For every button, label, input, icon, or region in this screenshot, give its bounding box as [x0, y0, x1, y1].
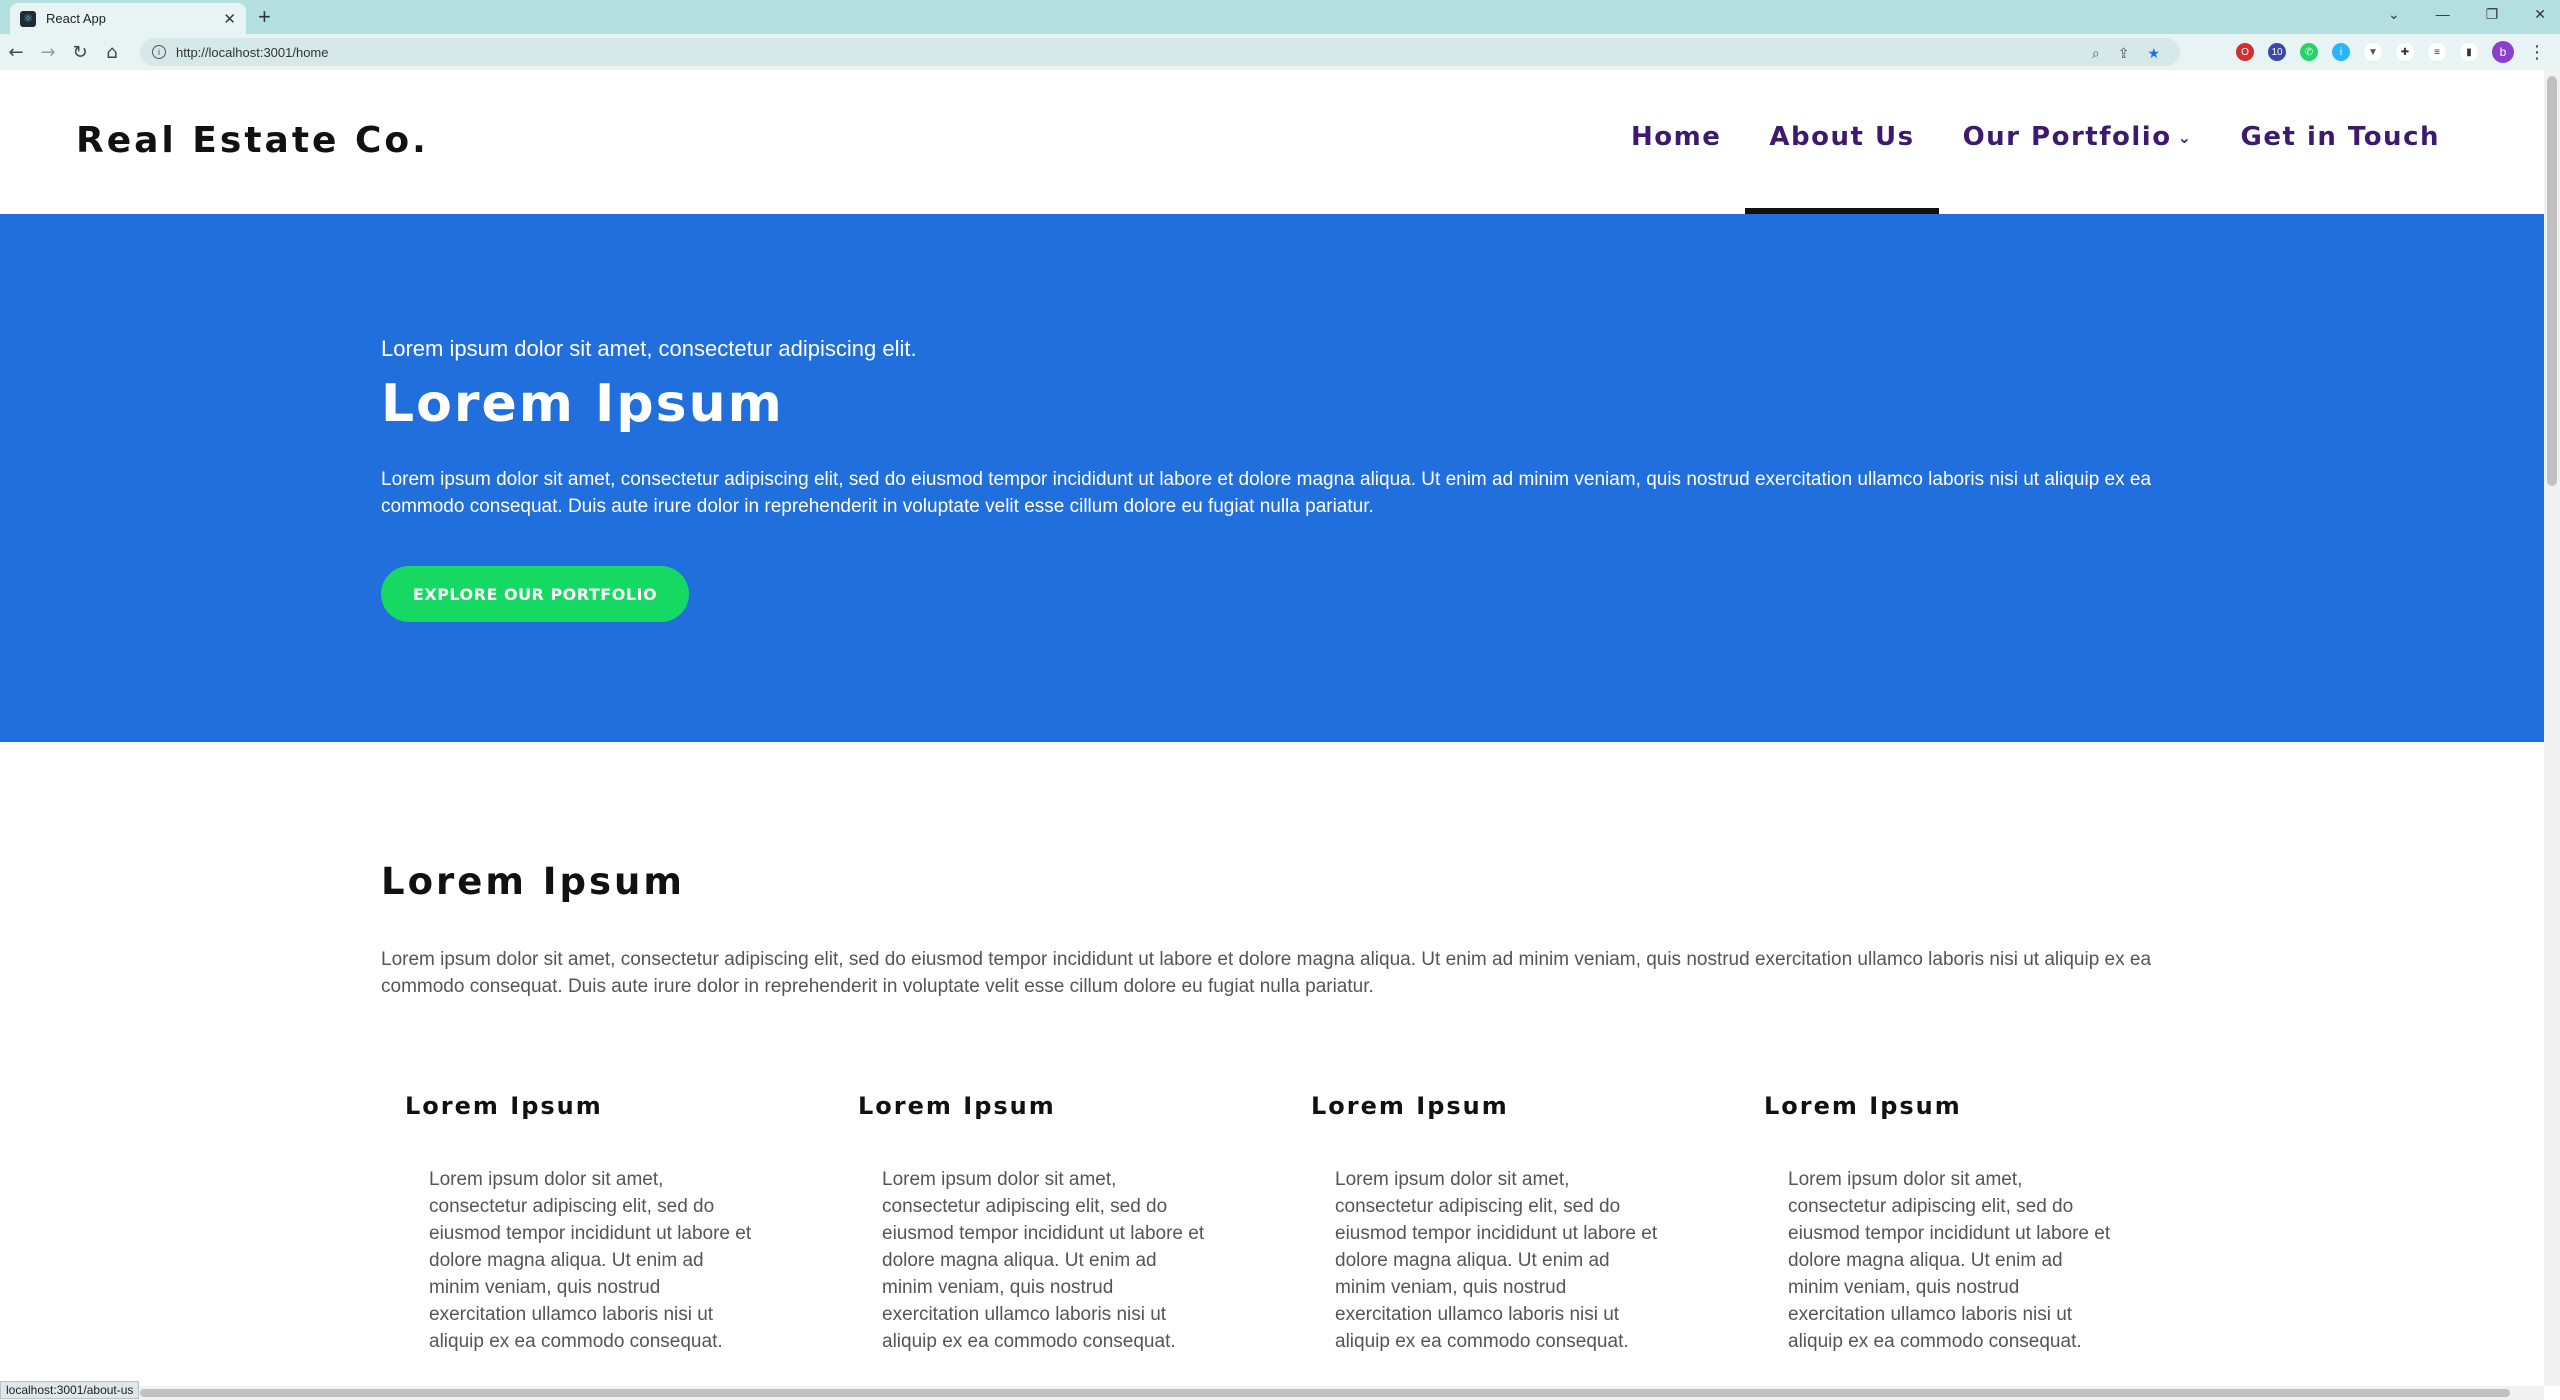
share-icon[interactable]: ⇪ — [2118, 46, 2130, 62]
tab-title: React App — [46, 11, 106, 26]
feature-title: Lorem Ipsum — [1764, 1092, 1962, 1120]
feature-column: Lorem Ipsum Lorem ipsum dolor sit amet, … — [405, 1092, 858, 1355]
feature-body: Lorem ipsum dolor sit amet, consectetur … — [882, 1169, 1205, 1352]
profile-avatar[interactable]: b — [2492, 41, 2514, 63]
home-icon[interactable]: ⌂ — [96, 42, 128, 63]
site-logo[interactable]: Real Estate Co. — [76, 120, 429, 161]
new-tab-button[interactable]: + — [258, 4, 271, 30]
feature-column: Lorem Ipsum Lorem ipsum dolor sit amet, … — [1764, 1092, 2217, 1355]
feature-columns: Lorem Ipsum Lorem ipsum dolor sit amet, … — [405, 1092, 2217, 1355]
section-title: Lorem Ipsum — [381, 860, 685, 903]
back-arrow-icon[interactable]: ← — [0, 42, 32, 63]
close-window-button[interactable]: ✕ — [2534, 6, 2546, 23]
address-bar[interactable]: i http://localhost:3001/home ⌕ ⇪ ★ — [140, 38, 2180, 66]
feature-column: Lorem Ipsum Lorem ipsum dolor sit amet, … — [1311, 1092, 1764, 1355]
page-viewport: Real Estate Co. Home About Us Our Portfo… — [0, 70, 2544, 1386]
nav-home[interactable]: Home — [1607, 70, 1745, 214]
nav-get-in-touch[interactable]: Get in Touch — [2216, 70, 2464, 214]
whatsapp-extension-icon[interactable]: ✆ — [2300, 43, 2318, 61]
hero-kicker: Lorem ipsum dolor sit amet, consectetur … — [381, 336, 917, 361]
info-extension-icon[interactable]: i — [2332, 43, 2350, 61]
status-bar-link-preview: localhost:3001/about-us — [0, 1381, 140, 1399]
reading-list-icon[interactable]: ≡ — [2428, 43, 2446, 61]
site-header: Real Estate Co. Home About Us Our Portfo… — [0, 70, 2544, 214]
react-favicon-icon: ⚛ — [20, 10, 36, 27]
feature-title: Lorem Ipsum — [405, 1092, 603, 1120]
main-nav: Home About Us Our Portfolio ⌄ Get in Touc… — [1607, 70, 2464, 214]
browser-toolbar: ← → ↻ ⌂ i http://localhost:3001/home ⌕ ⇪… — [0, 34, 2560, 70]
feature-title: Lorem Ipsum — [1311, 1092, 1509, 1120]
feature-body: Lorem ipsum dolor sit amet, consectetur … — [1788, 1169, 2111, 1352]
feature-title: Lorem Ipsum — [858, 1092, 1056, 1120]
tab-close-icon[interactable]: ✕ — [223, 10, 236, 28]
scrollbar-thumb[interactable] — [2547, 76, 2557, 486]
browser-tab[interactable]: ⚛ React App ✕ — [10, 3, 246, 34]
hero-body: Lorem ipsum dolor sit amet, consectetur … — [381, 469, 2152, 517]
extension-badge-icon[interactable]: 10 — [2268, 43, 2286, 61]
restore-button[interactable]: ❐ — [2486, 6, 2499, 23]
hero-title: Lorem Ipsum — [381, 374, 784, 434]
reload-icon[interactable]: ↻ — [64, 42, 96, 63]
window-controls: ⌄ — ❐ ✕ — [2388, 6, 2546, 23]
side-panel-icon[interactable]: ▮ — [2460, 43, 2478, 61]
bookmark-star-icon[interactable]: ★ — [2147, 46, 2160, 62]
extensions-area: O 10 ✆ i ▼ ✚ ≡ ▮ b ⋮ — [2236, 41, 2546, 63]
feature-body: Lorem ipsum dolor sit amet, consectetur … — [1335, 1169, 1658, 1352]
browser-tab-strip: ⚛ React App ✕ + ⌄ — ❐ ✕ — [0, 0, 2560, 34]
feature-body: Lorem ipsum dolor sit amet, consectetur … — [429, 1169, 752, 1352]
address-bar-url[interactable]: http://localhost:3001/home — [176, 45, 329, 60]
chevron-down-icon: ⌄ — [2177, 128, 2193, 147]
vertical-scrollbar[interactable] — [2544, 70, 2560, 1386]
puzzle-extensions-icon[interactable]: ✚ — [2396, 43, 2414, 61]
explore-portfolio-button[interactable]: EXPLORE OUR PORTFOLIO — [381, 566, 689, 622]
vue-extension-icon[interactable]: ▼ — [2364, 43, 2382, 61]
minimize-button[interactable]: — — [2436, 6, 2450, 23]
site-info-icon[interactable]: i — [152, 45, 166, 59]
section-body: Lorem ipsum dolor sit amet, consectetur … — [381, 949, 2152, 997]
nav-our-portfolio[interactable]: Our Portfolio ⌄ — [1939, 70, 2217, 214]
forward-arrow-icon[interactable]: → — [32, 42, 64, 63]
tab-search-icon[interactable]: ⌄ — [2388, 6, 2400, 23]
scrollbar-thumb[interactable] — [140, 1389, 2510, 1397]
feature-column: Lorem Ipsum Lorem ipsum dolor sit amet, … — [858, 1092, 1311, 1355]
horizontal-scrollbar[interactable] — [0, 1386, 2544, 1400]
nav-about-us[interactable]: About Us — [1745, 70, 1939, 214]
hero-banner: Lorem ipsum dolor sit amet, consectetur … — [0, 214, 2544, 742]
browser-menu-icon[interactable]: ⋮ — [2528, 42, 2546, 63]
opera-extension-icon[interactable]: O — [2236, 43, 2254, 61]
zoom-icon[interactable]: ⌕ — [2092, 46, 2100, 62]
